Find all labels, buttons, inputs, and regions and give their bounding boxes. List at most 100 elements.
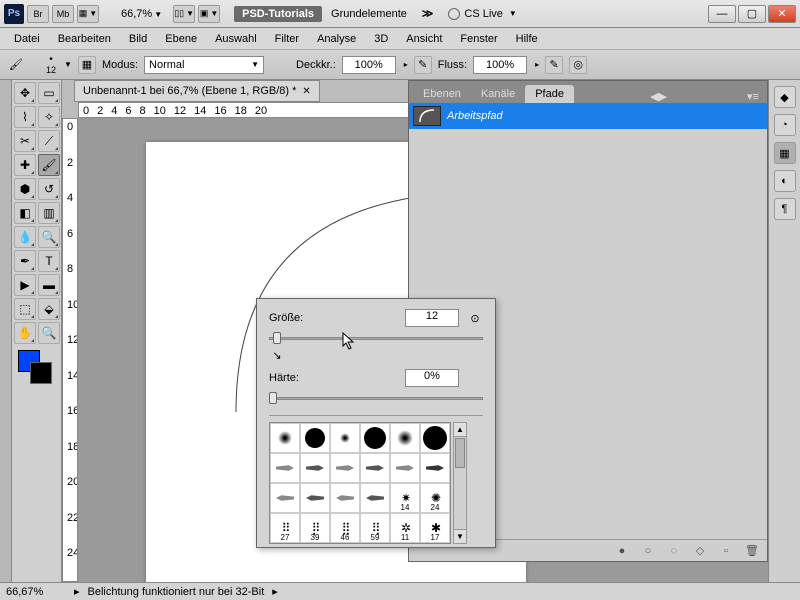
airbrush-icon[interactable]: ✎ [545, 56, 563, 74]
paragraph-panel-icon[interactable]: ¶ [774, 198, 796, 220]
path-from-selection-icon[interactable]: ◇ [693, 544, 707, 558]
ruler-vertical[interactable]: 024681012141618202224 [62, 118, 78, 582]
screenmode-button[interactable]: ▣▼ [198, 5, 220, 23]
brush-preset[interactable]: ⣿46 [330, 513, 360, 543]
lasso-tool[interactable]: ⌇ [14, 106, 36, 128]
crop-tool[interactable]: ✂ [14, 130, 36, 152]
brush-preset[interactable] [270, 423, 300, 453]
close-button[interactable]: ✕ [768, 5, 796, 23]
blend-mode-select[interactable]: Normal▼ [144, 56, 264, 74]
tablet-pressure-icon[interactable]: ◎ [569, 56, 587, 74]
brush-preset[interactable] [360, 453, 390, 483]
menu-fenster[interactable]: Fenster [452, 30, 505, 48]
brush-preset[interactable]: ✺24 [420, 483, 450, 513]
menu-auswahl[interactable]: Auswahl [207, 30, 265, 48]
workspace-psdtutorials[interactable]: PSD-Tutorials [234, 6, 322, 22]
move-tool[interactable]: ✥ [14, 82, 36, 104]
new-path-icon[interactable]: ▫ [719, 544, 733, 558]
menu-bild[interactable]: Bild [121, 30, 155, 48]
brush-preset[interactable]: ✷14 [390, 483, 420, 513]
brush-preset[interactable]: ✱17 [420, 513, 450, 543]
brush-preset[interactable] [330, 423, 360, 453]
path-item-arbeitspfad[interactable]: Arbeitspfad [409, 103, 767, 129]
brush-hardness-slider[interactable] [269, 391, 483, 405]
opacity-pressure-icon[interactable]: ✎ [414, 56, 432, 74]
fill-path-icon[interactable]: ● [615, 544, 629, 558]
blur-tool[interactable]: 💧 [14, 226, 36, 248]
magic-wand-tool[interactable]: ✧ [38, 106, 60, 128]
menu-3d[interactable]: 3D [366, 30, 396, 48]
selection-from-path-icon[interactable]: ◌ [667, 544, 681, 558]
document-tab[interactable]: Unbenannt-1 bei 66,7% (Ebene 1, RGB/8) *… [74, 80, 320, 102]
brush-preset[interactable] [390, 453, 420, 483]
adjustments-panel-icon[interactable]: ◐ [774, 170, 796, 192]
brush-preset[interactable] [360, 483, 390, 513]
bridge-button[interactable]: Br [27, 5, 49, 23]
brush-flyout-icon[interactable]: ⊙ [467, 310, 483, 326]
menu-hilfe[interactable]: Hilfe [508, 30, 546, 48]
zoom-tool[interactable]: 🔍 [38, 322, 60, 344]
flow-input[interactable]: 100% [473, 56, 527, 74]
stroke-path-icon[interactable]: ○ [641, 544, 655, 558]
healing-tool[interactable]: ✚ [14, 154, 36, 176]
layers-panel-icon[interactable]: ▦ [774, 142, 796, 164]
brush-size-indicator[interactable]: 12 [46, 65, 56, 75]
dodge-tool[interactable]: 🔍 [38, 226, 60, 248]
brush-preset[interactable] [330, 483, 360, 513]
brush-preset[interactable] [390, 423, 420, 453]
tab-ebenen[interactable]: Ebenen [413, 85, 471, 103]
cslive-button[interactable]: CS Live▼ [442, 8, 522, 20]
brush-tool-icon[interactable]: 🖌 [6, 55, 26, 75]
minimize-button[interactable]: — [708, 5, 736, 23]
brush-hardness-input[interactable]: 0% [405, 369, 459, 387]
new-preset-icon[interactable]: ↘ [269, 347, 285, 363]
brush-preset[interactable] [300, 483, 330, 513]
opacity-input[interactable]: 100% [342, 56, 396, 74]
brush-panel-toggle-icon[interactable]: ▦ [78, 56, 96, 74]
tab-kanaele[interactable]: Kanäle [471, 85, 525, 103]
brush-preset[interactable]: ⠿27 [270, 513, 300, 543]
brush-preset[interactable] [330, 453, 360, 483]
hand-tool[interactable]: ✋ [14, 322, 36, 344]
brush-preset[interactable] [300, 423, 330, 453]
brush-preset[interactable] [270, 453, 300, 483]
brush-preset[interactable]: ⢿59 [360, 513, 390, 543]
menu-ebene[interactable]: Ebene [157, 30, 205, 48]
workspace-grundelemente[interactable]: Grundelemente [325, 6, 413, 22]
history-brush-tool[interactable]: ↺ [38, 178, 60, 200]
path-select-tool[interactable]: ▶ [14, 274, 36, 296]
zoom-level[interactable]: 66,7%▼ [113, 8, 170, 20]
brush-preset[interactable] [270, 483, 300, 513]
status-zoom[interactable]: 66,67% [6, 586, 66, 598]
eraser-tool[interactable]: ◧ [14, 202, 36, 224]
view-extras-button[interactable]: ▦▼ [77, 5, 99, 23]
close-tab-icon[interactable]: ✕ [302, 86, 310, 97]
pen-tool[interactable]: ✒ [14, 250, 36, 272]
menu-datei[interactable]: Datei [6, 30, 48, 48]
workspace-more-icon[interactable]: ≫ [416, 7, 440, 20]
brush-tool[interactable]: 🖌 [38, 154, 60, 176]
menu-bearbeiten[interactable]: Bearbeiten [50, 30, 119, 48]
brush-preset[interactable]: ⡿39 [300, 513, 330, 543]
stamp-tool[interactable]: ⬢ [14, 178, 36, 200]
gradient-tool[interactable]: ▥ [38, 202, 60, 224]
color-panel-icon[interactable]: ◔ [774, 114, 796, 136]
brush-size-slider[interactable] [269, 331, 483, 345]
brush-preset[interactable] [420, 453, 450, 483]
photoshop-icon[interactable]: Ps [4, 4, 24, 24]
marquee-tool[interactable]: ▭ [38, 82, 60, 104]
3d-tool[interactable]: ⬚ [14, 298, 36, 320]
eyedropper-tool[interactable]: ⟋ [38, 130, 60, 152]
panel-menu-icon[interactable]: ▾≡ [743, 90, 763, 103]
swatches-panel-icon[interactable]: ◆ [774, 86, 796, 108]
brush-size-input[interactable]: 12 [405, 309, 459, 327]
delete-path-icon[interactable]: 🗑 [745, 544, 759, 558]
brush-preset[interactable] [300, 453, 330, 483]
menu-filter[interactable]: Filter [267, 30, 307, 48]
menu-analyse[interactable]: Analyse [309, 30, 364, 48]
brush-grid-scrollbar[interactable]: ▲ ▼ [453, 422, 467, 544]
panel-collapse-icon[interactable]: ◀▶ [646, 90, 671, 103]
background-color[interactable] [30, 362, 52, 384]
menu-ansicht[interactable]: Ansicht [398, 30, 450, 48]
brush-preset[interactable]: ✲11 [390, 513, 420, 543]
